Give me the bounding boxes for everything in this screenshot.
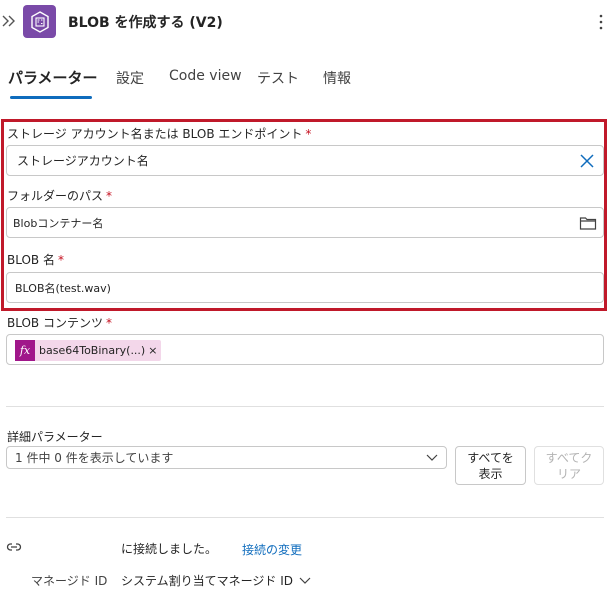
tab-settings[interactable]: 設定 (116, 68, 144, 88)
storage-account-field[interactable]: ストレージアカウント名 (6, 145, 604, 176)
expand-panel-icon[interactable] (2, 12, 16, 30)
required-marker: * (305, 127, 312, 141)
clear-all-line-2: リア (556, 466, 581, 481)
tab-parameters[interactable]: パラメーター (8, 67, 98, 88)
blob-content-label: BLOB コンテンツ * (7, 316, 112, 330)
show-all-button[interactable]: すべてを 表示 (455, 446, 526, 485)
advanced-params-label: 詳細パラメーター (7, 430, 103, 444)
required-marker: * (106, 189, 113, 203)
storage-account-label: ストレージ アカウント名または BLOB エンドポイント * (7, 127, 312, 141)
change-connection-link[interactable]: 接続の変更 (242, 541, 302, 558)
more-options-icon[interactable] (598, 12, 604, 32)
blob-name-field[interactable]: BLOB名(test.wav) (6, 272, 604, 303)
clear-icon[interactable] (578, 152, 596, 170)
folder-path-label: フォルダーのパス * (7, 189, 113, 203)
chevron-down-icon[interactable] (299, 574, 311, 586)
chevron-down-icon (426, 454, 438, 461)
divider (6, 517, 604, 518)
required-marker: * (57, 253, 64, 267)
connection-status: に接続しました。 (121, 542, 218, 556)
blob-name-label: BLOB 名 * (7, 253, 64, 267)
storage-account-value: ストレージアカウント名 (17, 154, 149, 168)
tab-info[interactable]: 情報 (323, 68, 351, 88)
managed-id-label: マネージド ID (31, 574, 108, 588)
connection-icon (6, 543, 22, 551)
managed-id-value[interactable]: システム割り当てマネージド ID (121, 572, 293, 589)
blob-content-field[interactable]: fx base64ToBinary(...) × (6, 334, 604, 365)
remove-token-icon[interactable]: × (148, 344, 157, 357)
folder-path-value: Blobコンテナー名 (13, 216, 104, 230)
folder-icon[interactable] (579, 214, 597, 232)
active-tab-indicator (10, 96, 92, 99)
required-marker: * (105, 316, 112, 330)
blob-name-value: BLOB名(test.wav) (15, 281, 111, 295)
blob-storage-icon (23, 5, 56, 38)
clear-all-line-1: すべてク (545, 450, 593, 465)
advanced-params-value: 1 件中 0 件を表示しています (15, 451, 174, 465)
action-title: BLOB を作成する (V2) (68, 15, 223, 31)
divider (6, 406, 604, 407)
advanced-params-dropdown[interactable]: 1 件中 0 件を表示しています (6, 446, 447, 469)
expression-token[interactable]: fx base64ToBinary(...) × (15, 340, 162, 361)
tab-test[interactable]: テスト (257, 68, 299, 88)
folder-path-field[interactable]: Blobコンテナー名 (6, 207, 604, 238)
show-all-line-2: 表示 (478, 466, 503, 481)
tab-code-view[interactable]: Code view (169, 68, 242, 84)
show-all-line-1: すべてを (467, 450, 514, 465)
token-label: base64ToBinary(...) (39, 344, 146, 357)
clear-all-button[interactable]: すべてク リア (534, 446, 604, 485)
function-icon: fx (15, 340, 35, 361)
